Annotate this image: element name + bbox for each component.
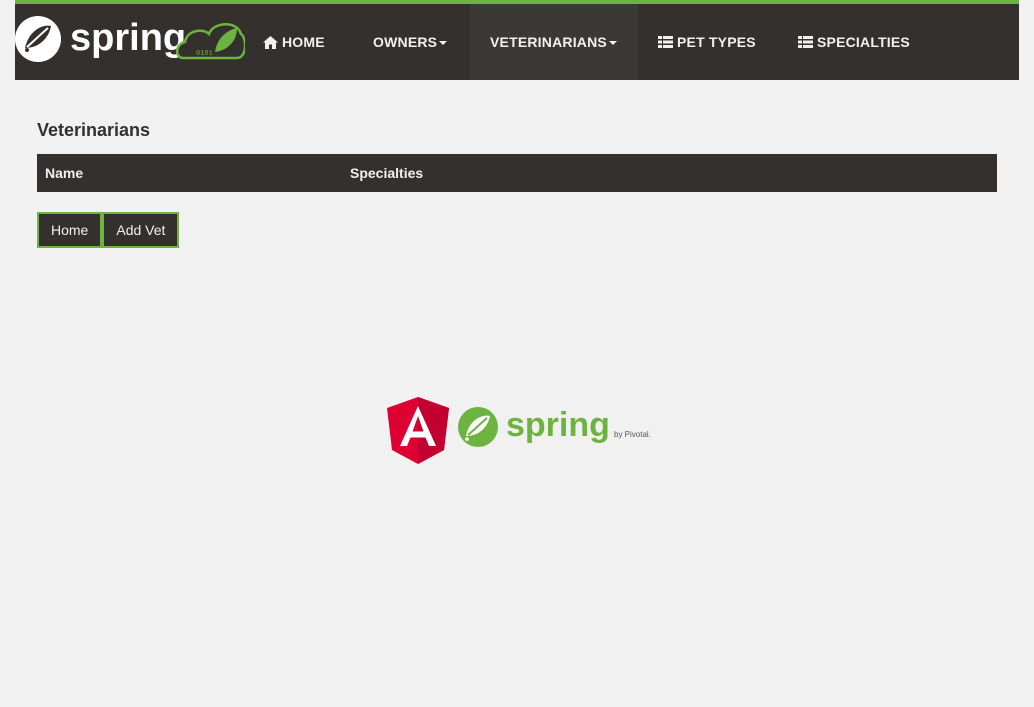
caret-down-icon: [608, 41, 617, 45]
nav-specialties-label: SPECIALTIES: [817, 34, 910, 50]
list-icon: [798, 36, 813, 48]
spring-logo[interactable]: spring 0101: [15, 12, 245, 68]
footer-pivotal-text: by Pivotal.: [614, 430, 651, 439]
nav-veterinarians-label: VETERINARIANS: [490, 34, 607, 50]
add-vet-button[interactable]: Add Vet: [102, 212, 180, 248]
caret-down-icon: [439, 41, 448, 45]
home-icon: [263, 35, 278, 49]
nav-home-label: HOME: [282, 34, 325, 50]
top-navbar: spring 0101 HOME OWNERS VETERINARIANS PE…: [15, 0, 1019, 80]
column-header-specialties[interactable]: Specialties: [342, 154, 997, 192]
nav-home[interactable]: HOME: [263, 4, 325, 80]
footer-logos: spring by Pivotal.: [387, 397, 651, 464]
action-buttons: Home Add Vet: [37, 212, 180, 248]
home-button[interactable]: Home: [37, 212, 103, 248]
footer-spring-text: spring: [506, 406, 610, 444]
brand-text: spring: [70, 17, 186, 59]
nav-specialties[interactable]: SPECIALTIES: [798, 4, 910, 80]
brand-badge-text: 0101: [196, 50, 213, 58]
column-header-name[interactable]: Name: [37, 154, 342, 192]
page-title: Veterinarians: [37, 120, 151, 140]
veterinarians-table: Name Specialties: [37, 154, 997, 192]
spring-footer-logo: spring by Pivotal.: [458, 406, 651, 447]
angular-logo: [387, 397, 449, 464]
nav-owners-label: OWNERS: [373, 34, 438, 50]
nav-pet-types[interactable]: PET TYPES: [658, 4, 756, 80]
list-icon: [658, 36, 673, 48]
table-header-row: Name Specialties: [37, 154, 997, 192]
nav-veterinarians[interactable]: VETERINARIANS: [470, 4, 638, 80]
nav-owners[interactable]: OWNERS: [373, 4, 448, 80]
nav-pet-types-label: PET TYPES: [677, 34, 756, 50]
